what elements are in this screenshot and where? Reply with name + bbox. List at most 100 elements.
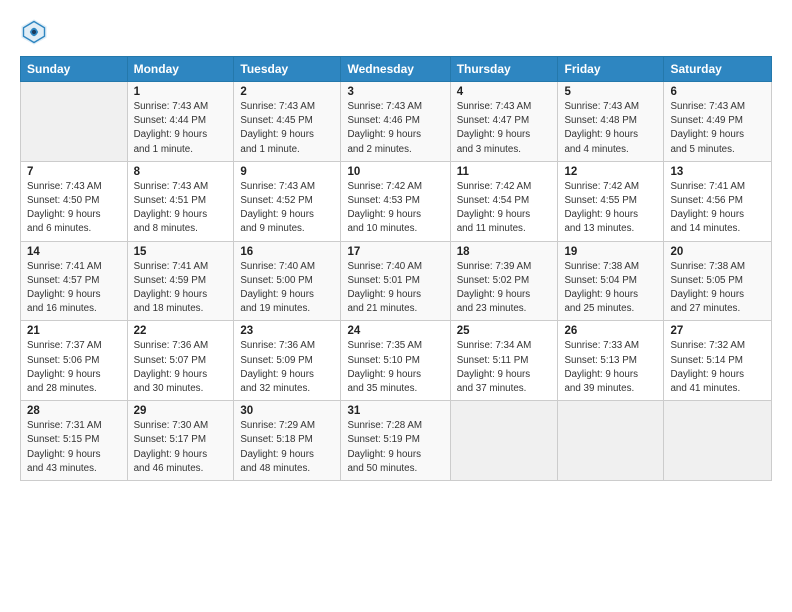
day-detail: Sunrise: 7:40 AMSunset: 5:00 PMDaylight:… (240, 260, 334, 317)
day-number: 19 (564, 246, 657, 258)
day-number: 9 (240, 166, 334, 178)
day-number: 12 (564, 166, 657, 178)
day-number: 29 (134, 405, 228, 417)
day-detail: Sunrise: 7:40 AMSunset: 5:01 PMDaylight:… (347, 260, 443, 317)
col-header-saturday: Saturday (664, 57, 772, 82)
page: SundayMondayTuesdayWednesdayThursdayFrid… (0, 0, 792, 612)
calendar-cell: 17 Sunrise: 7:40 AMSunset: 5:01 PMDayligh… (341, 241, 450, 321)
calendar-cell: 21Sunrise: 7:37 AMSunset: 5:06 PMDayligh… (21, 321, 128, 401)
day-number: 24 (347, 325, 443, 337)
calendar-cell: 19 Sunrise: 7:38 AMSunset: 5:04 PMDayligh… (558, 241, 664, 321)
header (20, 18, 772, 46)
calendar-cell: 24 Sunrise: 7:35 AMSunset: 5:10 PMDayligh… (341, 321, 450, 401)
day-number: 15 (134, 246, 228, 258)
day-number: 17 (347, 246, 443, 258)
day-number: 31 (347, 405, 443, 417)
day-detail: Sunrise: 7:42 AMSunset: 4:54 PMDaylight:… (457, 180, 552, 237)
calendar-cell: 12 Sunrise: 7:42 AMSunset: 4:55 PMDayligh… (558, 161, 664, 241)
day-detail: Sunrise: 7:43 AMSunset: 4:52 PMDaylight:… (240, 180, 334, 237)
calendar-cell: 22 Sunrise: 7:36 AMSunset: 5:07 PMDayligh… (127, 321, 234, 401)
day-number: 11 (457, 166, 552, 178)
week-row-2: 7Sunrise: 7:43 AMSunset: 4:50 PMDaylight… (21, 161, 772, 241)
header-row: SundayMondayTuesdayWednesdayThursdayFrid… (21, 57, 772, 82)
calendar-cell: 2Sunrise: 7:43 AMSunset: 4:45 PMDaylight… (234, 82, 341, 162)
col-header-tuesday: Tuesday (234, 57, 341, 82)
calendar-cell: 29 Sunrise: 7:30 AMSunset: 5:17 PMDayligh… (127, 401, 234, 481)
calendar-cell: 25 Sunrise: 7:34 AMSunset: 5:11 PMDayligh… (450, 321, 558, 401)
day-detail: Sunrise: 7:32 AMSunset: 5:14 PMDaylight:… (670, 339, 765, 396)
day-detail: Sunrise: 7:39 AMSunset: 5:02 PMDaylight:… (457, 260, 552, 317)
day-number: 18 (457, 246, 552, 258)
calendar-cell: 14Sunrise: 7:41 AMSunset: 4:57 PMDayligh… (21, 241, 128, 321)
calendar-cell: 6 Sunrise: 7:43 AMSunset: 4:49 PMDaylight… (664, 82, 772, 162)
logo (20, 18, 50, 46)
calendar-cell: 8 Sunrise: 7:43 AMSunset: 4:51 PMDaylight… (127, 161, 234, 241)
day-detail: Sunrise: 7:43 AMSunset: 4:44 PMDaylight:… (134, 100, 228, 157)
day-number: 20 (670, 246, 765, 258)
week-row-4: 21Sunrise: 7:37 AMSunset: 5:06 PMDayligh… (21, 321, 772, 401)
day-number: 23 (240, 325, 334, 337)
day-detail: Sunrise: 7:36 AMSunset: 5:07 PMDaylight:… (134, 339, 228, 396)
day-detail: Sunrise: 7:33 AMSunset: 5:13 PMDaylight:… (564, 339, 657, 396)
calendar-cell: 15 Sunrise: 7:41 AMSunset: 4:59 PMDayligh… (127, 241, 234, 321)
day-number: 26 (564, 325, 657, 337)
col-header-wednesday: Wednesday (341, 57, 450, 82)
day-detail: Sunrise: 7:42 AMSunset: 4:55 PMDaylight:… (564, 180, 657, 237)
calendar-cell: 7Sunrise: 7:43 AMSunset: 4:50 PMDaylight… (21, 161, 128, 241)
col-header-thursday: Thursday (450, 57, 558, 82)
day-number: 7 (27, 166, 121, 178)
calendar-cell: 3 Sunrise: 7:43 AMSunset: 4:46 PMDaylight… (341, 82, 450, 162)
day-detail: Sunrise: 7:43 AMSunset: 4:49 PMDaylight:… (670, 100, 765, 157)
day-detail: Sunrise: 7:43 AMSunset: 4:47 PMDaylight:… (457, 100, 552, 157)
calendar-cell: 28Sunrise: 7:31 AMSunset: 5:15 PMDayligh… (21, 401, 128, 481)
calendar-cell (558, 401, 664, 481)
day-number: 16 (240, 246, 334, 258)
day-detail: Sunrise: 7:38 AMSunset: 5:04 PMDaylight:… (564, 260, 657, 317)
calendar-table: SundayMondayTuesdayWednesdayThursdayFrid… (20, 56, 772, 481)
day-detail: Sunrise: 7:41 AMSunset: 4:59 PMDaylight:… (134, 260, 228, 317)
day-detail: Sunrise: 7:28 AMSunset: 5:19 PMDaylight:… (347, 419, 443, 476)
day-detail: Sunrise: 7:31 AMSunset: 5:15 PMDaylight:… (27, 419, 121, 476)
calendar-cell (450, 401, 558, 481)
calendar-cell: 18 Sunrise: 7:39 AMSunset: 5:02 PMDayligh… (450, 241, 558, 321)
day-number: 10 (347, 166, 443, 178)
col-header-sunday: Sunday (21, 57, 128, 82)
calendar-cell (664, 401, 772, 481)
col-header-monday: Monday (127, 57, 234, 82)
day-number: 21 (27, 325, 121, 337)
day-detail: Sunrise: 7:36 AMSunset: 5:09 PMDaylight:… (240, 339, 334, 396)
day-number: 5 (564, 86, 657, 98)
day-detail: Sunrise: 7:43 AMSunset: 4:48 PMDaylight:… (564, 100, 657, 157)
calendar-cell: 20Sunrise: 7:38 AMSunset: 5:05 PMDayligh… (664, 241, 772, 321)
calendar-cell: 23 Sunrise: 7:36 AMSunset: 5:09 PMDayligh… (234, 321, 341, 401)
day-detail: Sunrise: 7:30 AMSunset: 5:17 PMDaylight:… (134, 419, 228, 476)
day-number: 22 (134, 325, 228, 337)
day-number: 8 (134, 166, 228, 178)
calendar-cell: 30 Sunrise: 7:29 AMSunset: 5:18 PMDayligh… (234, 401, 341, 481)
day-detail: Sunrise: 7:42 AMSunset: 4:53 PMDaylight:… (347, 180, 443, 237)
calendar-cell: 1Sunrise: 7:43 AMSunset: 4:44 PMDaylight… (127, 82, 234, 162)
day-detail: Sunrise: 7:35 AMSunset: 5:10 PMDaylight:… (347, 339, 443, 396)
day-detail: Sunrise: 7:43 AMSunset: 4:46 PMDaylight:… (347, 100, 443, 157)
day-number: 30 (240, 405, 334, 417)
day-detail: Sunrise: 7:34 AMSunset: 5:11 PMDaylight:… (457, 339, 552, 396)
calendar-cell: 27 Sunrise: 7:32 AMSunset: 5:14 PMDayligh… (664, 321, 772, 401)
day-number: 25 (457, 325, 552, 337)
calendar-cell: 11 Sunrise: 7:42 AMSunset: 4:54 PMDayligh… (450, 161, 558, 241)
day-detail: Sunrise: 7:43 AMSunset: 4:51 PMDaylight:… (134, 180, 228, 237)
logo-icon (20, 18, 48, 46)
calendar-cell: 26 Sunrise: 7:33 AMSunset: 5:13 PMDayligh… (558, 321, 664, 401)
day-number: 27 (670, 325, 765, 337)
day-number: 6 (670, 86, 765, 98)
calendar-cell: 9 Sunrise: 7:43 AMSunset: 4:52 PMDaylight… (234, 161, 341, 241)
day-detail: Sunrise: 7:29 AMSunset: 5:18 PMDaylight:… (240, 419, 334, 476)
calendar-cell (21, 82, 128, 162)
col-header-friday: Friday (558, 57, 664, 82)
day-number: 14 (27, 246, 121, 258)
day-number: 3 (347, 86, 443, 98)
day-detail: Sunrise: 7:41 AMSunset: 4:56 PMDaylight:… (670, 180, 765, 237)
day-number: 13 (670, 166, 765, 178)
calendar-cell: 31 Sunrise: 7:28 AMSunset: 5:19 PMDayligh… (341, 401, 450, 481)
day-number: 2 (240, 86, 334, 98)
week-row-1: 1Sunrise: 7:43 AMSunset: 4:44 PMDaylight… (21, 82, 772, 162)
